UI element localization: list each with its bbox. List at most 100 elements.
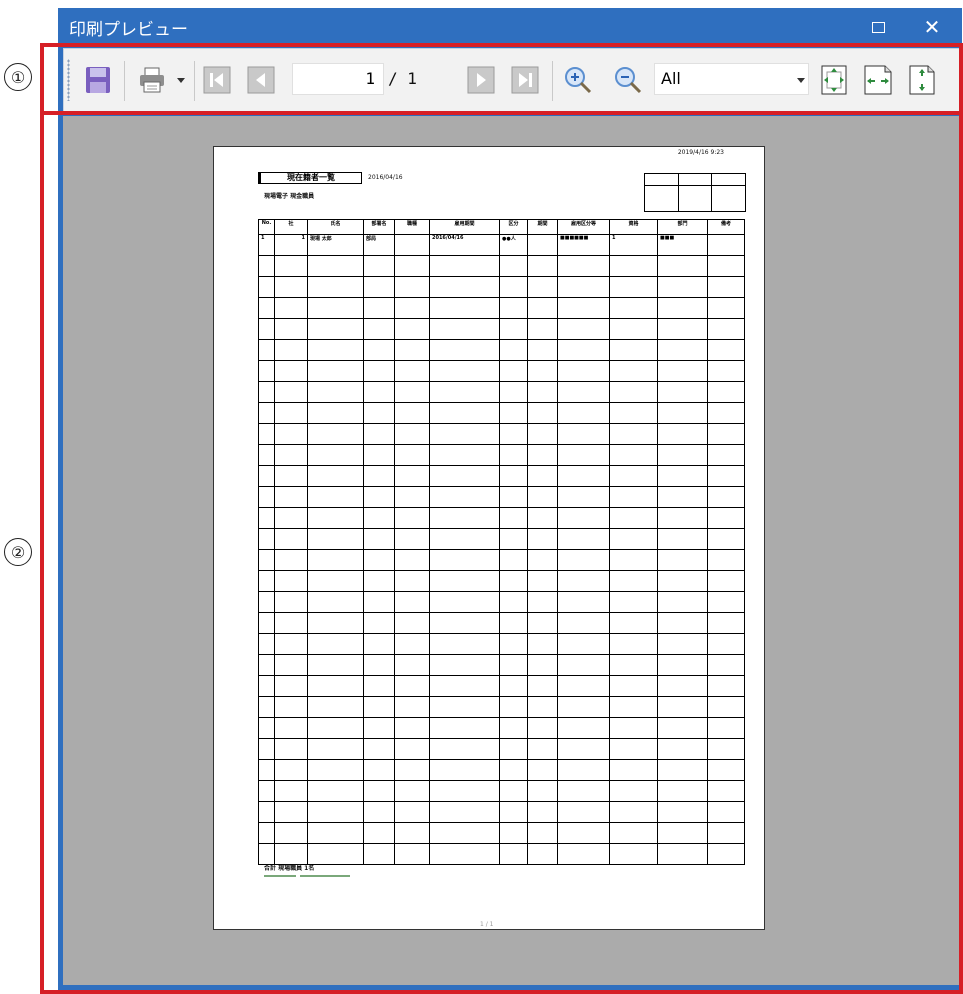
table-cell [307,528,364,550]
next-page-icon [467,66,495,94]
table-cell [363,507,395,529]
table-cell [307,360,364,382]
table-cell [657,486,708,508]
print-options-dropdown[interactable] [174,63,188,97]
table-cell [394,780,430,802]
save-button[interactable] [80,63,116,97]
table-cell [527,654,558,676]
column-header: 資格 [609,219,658,235]
table-row [258,486,745,508]
table-cell [394,801,430,823]
table-cell [394,297,430,319]
last-page-button[interactable] [510,63,540,97]
table-cell [499,465,528,487]
table-cell [394,402,430,424]
table-cell [394,654,430,676]
table-cell [527,591,558,613]
close-button[interactable]: ✕ [912,8,952,46]
current-page-input[interactable]: 1 [292,63,384,95]
fit-page-button[interactable] [816,63,852,97]
table-cell [657,360,708,382]
column-header: 社 [274,219,308,235]
table-cell [609,297,658,319]
table-cell [307,801,364,823]
table-cell [274,381,308,403]
table-cell [557,843,610,865]
column-header: 職種 [394,219,430,235]
table-cell [274,528,308,550]
table-cell [274,612,308,634]
table-cell [609,402,658,424]
table-cell [557,801,610,823]
table-cell [499,801,528,823]
table-cell [707,339,745,361]
toolbar-grip[interactable] [67,59,70,101]
table-row [258,297,745,319]
table-cell [527,801,558,823]
table-cell [557,318,610,340]
table-row [258,465,745,487]
table-cell [363,654,395,676]
table-cell [363,570,395,592]
print-preview-window: 印刷プレビュー ✕ 1 / 1 All 2019/4/16 9:23 現在籍者一… [58,8,962,991]
table-cell [609,843,658,865]
next-page-button[interactable] [466,63,496,97]
fit-width-button[interactable] [860,63,896,97]
table-cell [657,759,708,781]
table-cell [394,612,430,634]
table-cell [307,633,364,655]
table-cell [527,675,558,697]
table-cell [258,570,275,592]
table-cell [274,738,308,760]
table-cell [274,843,308,865]
table-row [258,255,745,277]
table-cell [707,444,745,466]
fit-height-button[interactable] [904,63,940,97]
table-cell [527,843,558,865]
table-cell [363,276,395,298]
table-cell [527,255,558,277]
table-cell [258,360,275,382]
table-cell [394,339,430,361]
table-cell [657,633,708,655]
table-cell [307,654,364,676]
table-cell [394,423,430,445]
table-cell [429,612,500,634]
report-title: 現在籍者一覧 [258,172,362,184]
zoom-out-button[interactable] [610,63,646,97]
table-header-row: No. 社氏名 部署名 職種 雇用期間 区分 期間 雇用区分等 資格 部門 備考 [258,219,745,235]
zoom-dropdown-arrow[interactable] [794,63,808,97]
table-cell [394,276,430,298]
table-row [258,360,745,382]
table-cell [557,591,610,613]
table-cell [499,843,528,865]
table-cell [429,591,500,613]
first-page-button[interactable] [202,63,232,97]
table-cell [707,297,745,319]
table-cell [429,822,500,844]
table-cell [557,675,610,697]
table-cell [707,507,745,529]
table-cell [258,528,275,550]
maximize-button[interactable] [858,8,898,46]
table-cell [429,465,500,487]
table-cell [657,801,708,823]
table-cell [557,528,610,550]
table-cell [394,528,430,550]
zoom-in-button[interactable] [560,63,596,97]
table-cell [707,255,745,277]
table-cell [499,381,528,403]
table-cell [707,486,745,508]
zoom-select[interactable]: All [654,63,809,95]
table-row [258,654,745,676]
table-row [258,528,745,550]
table-cell [258,675,275,697]
table-cell [363,759,395,781]
prev-page-button[interactable] [246,63,276,97]
print-button[interactable] [132,63,172,97]
table-cell [527,360,558,382]
table-cell [499,360,528,382]
preview-area[interactable]: 2019/4/16 9:23 現在籍者一覧 2016/04/16 現場電子 現金… [63,116,961,985]
table-row [258,276,745,298]
table-cell [609,570,658,592]
